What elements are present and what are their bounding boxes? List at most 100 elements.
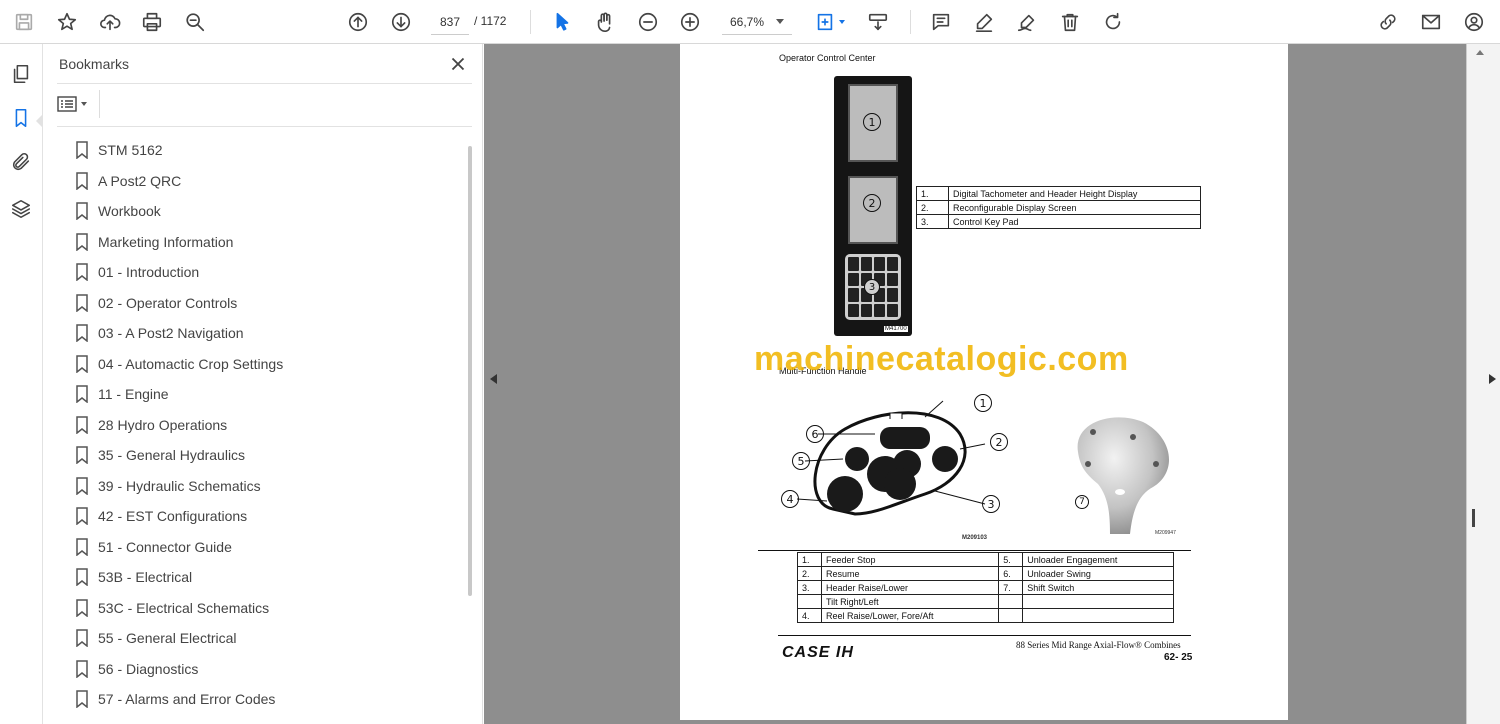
document-scrollbar-thumb[interactable]: [1472, 509, 1475, 527]
bookmark-item[interactable]: 04 - Automactic Crop Settings: [57, 349, 457, 379]
bookmark-item[interactable]: 35 - General Hydraulics: [57, 440, 457, 470]
bookmark-star-icon[interactable]: [52, 7, 82, 37]
table-cell: 4.: [797, 608, 822, 623]
bookmark-label: STM 5162: [98, 142, 163, 158]
bookmark-label: 02 - Operator Controls: [98, 294, 238, 311]
bookmark-label: 56 - Diagnostics: [98, 660, 199, 677]
zoom-search-icon[interactable]: [180, 7, 210, 37]
bookmark-icon: [76, 141, 88, 159]
bookmark-icon: [76, 324, 88, 342]
page-down-icon[interactable]: [386, 7, 416, 37]
bookmark-item[interactable]: 02 - Operator Controls: [57, 288, 457, 318]
callout-7: 7: [1075, 495, 1089, 509]
bookmark-item[interactable]: A Post2 QRC: [57, 166, 457, 196]
bookmark-item[interactable]: 57 - Alarms and Error Codes: [57, 684, 457, 714]
callout-6: 6: [806, 425, 824, 443]
pen-highlight-icon[interactable]: [969, 7, 999, 37]
print-icon[interactable]: [137, 7, 167, 37]
layers-icon[interactable]: [7, 195, 35, 223]
panel-divider: [99, 90, 100, 118]
callout-3: 3: [864, 279, 880, 295]
email-icon[interactable]: [1416, 7, 1446, 37]
bookmark-icon: [76, 293, 88, 312]
callout-2: 2: [863, 194, 881, 212]
bookmark-icon: [76, 415, 88, 434]
toolbar-divider: [530, 10, 531, 34]
hand-tool-icon[interactable]: [590, 7, 620, 37]
bookmark-icon: [76, 354, 88, 373]
scroll-mode-icon[interactable]: [863, 7, 893, 37]
close-icon[interactable]: [447, 53, 469, 75]
bookmark-item[interactable]: 53C - Electrical Schematics: [57, 593, 457, 623]
expand-right-panel-icon[interactable]: [1489, 374, 1496, 384]
bookmark-item[interactable]: STM 5162: [57, 135, 457, 165]
table-cell: Tilt Right/Left: [820, 594, 1000, 609]
scroll-up-icon[interactable]: [1476, 50, 1484, 55]
table-cell: 2.: [797, 566, 822, 581]
bookmark-label: 55 - General Electrical: [98, 630, 237, 646]
bookmark-label: Workbook: [98, 203, 161, 219]
bookmark-label: 11 - Engine: [98, 386, 169, 402]
watermark-text: machinecatalogic.com: [754, 340, 1129, 378]
upload-cloud-icon[interactable]: [95, 7, 125, 37]
bookmark-item[interactable]: 28 Hydro Operations: [57, 410, 457, 440]
table-cell: Unloader Swing: [1022, 566, 1174, 581]
bookmark-icon: [76, 171, 88, 190]
bookmark-item[interactable]: Workbook: [57, 196, 457, 226]
bookmark-options-button[interactable]: [57, 92, 93, 116]
bookmark-icon: [76, 446, 88, 464]
navigation-rail: [0, 44, 43, 724]
table-cell: [998, 608, 1024, 623]
table-row: Tilt Right/Left: [797, 594, 1174, 609]
zoom-in-icon[interactable]: [675, 7, 705, 37]
fit-page-icon[interactable]: [809, 7, 849, 37]
bookmark-item[interactable]: 53B - Electrical: [57, 562, 457, 592]
attachments-icon[interactable]: [7, 148, 35, 176]
callout-3: 3: [982, 495, 1000, 513]
footer-page-number: 62- 25: [1164, 652, 1193, 663]
section-heading: Operator Control Center: [779, 53, 876, 63]
bookmarks-panel-icon[interactable]: [7, 104, 35, 132]
table-cell: Header Raise/Lower: [820, 580, 1000, 595]
bookmark-item[interactable]: 03 - A Post2 Navigation: [57, 318, 457, 348]
bookmark-item[interactable]: 55 - General Electrical: [57, 623, 457, 653]
bookmark-item[interactable]: 01 - Introduction: [57, 257, 457, 287]
bookmark-item[interactable]: 51 - Connector Guide: [57, 532, 457, 562]
bookmark-icon: [76, 507, 88, 525]
page-number-input[interactable]: [431, 9, 469, 35]
trash-icon[interactable]: [1055, 7, 1085, 37]
sign-icon[interactable]: [1012, 7, 1042, 37]
table-row: 2. Reconfigurable Display Screen: [916, 200, 1201, 215]
link-share-icon[interactable]: [1373, 7, 1403, 37]
save-icon[interactable]: [9, 7, 39, 37]
table-cell: 7.: [998, 580, 1024, 595]
chevron-down-icon: [776, 19, 784, 24]
collapse-left-panel-icon[interactable]: [490, 374, 497, 384]
bookmark-icon: [76, 598, 88, 617]
table-cell: 3.: [797, 580, 822, 595]
zoom-out-icon[interactable]: [633, 7, 663, 37]
bookmark-item[interactable]: 39 - Hydraulic Schematics: [57, 471, 457, 501]
account-icon[interactable]: [1459, 7, 1489, 37]
bookmarks-panel: Bookmarks STM 5162 A Post2 QRC Workbook Mar…: [43, 44, 483, 724]
document-viewport[interactable]: Operator Control Center 1 2 3 M41700 1. D…: [484, 44, 1500, 724]
bookmark-item[interactable]: Marketing Information: [57, 227, 457, 257]
bookmark-item[interactable]: 56 - Diagnostics: [57, 654, 457, 684]
bookmark-label: Marketing Information: [98, 233, 234, 250]
bookmark-label: 04 - Automactic Crop Settings: [98, 355, 284, 372]
bookmark-icon: [76, 690, 88, 708]
bookmark-icon: [76, 568, 88, 586]
chevron-down-icon: [81, 102, 87, 106]
select-cursor-icon[interactable]: [547, 7, 577, 37]
page-thumbnails-icon[interactable]: [7, 60, 35, 88]
rotate-icon[interactable]: [1098, 7, 1128, 37]
comment-icon[interactable]: [926, 7, 956, 37]
bookmark-icon: [76, 385, 88, 403]
bookmark-item[interactable]: 42 - EST Configurations: [57, 501, 457, 531]
page-up-icon[interactable]: [343, 7, 373, 37]
bookmark-scrollbar[interactable]: [468, 146, 472, 596]
bookmark-label: 28 Hydro Operations: [98, 416, 228, 433]
panel-divider: [57, 126, 472, 127]
bookmark-item[interactable]: 11 - Engine: [57, 379, 457, 409]
zoom-level-dropdown[interactable]: 66,7%: [722, 9, 792, 35]
